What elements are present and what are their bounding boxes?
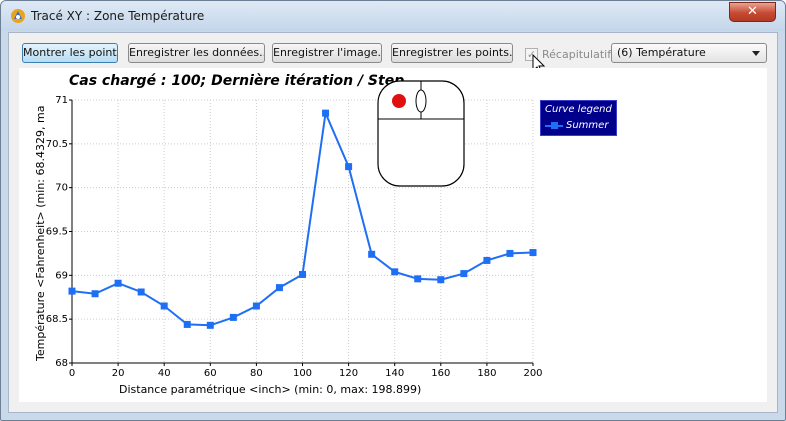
x-tick-label: 60 [204, 368, 217, 379]
y-tick-label: 69 [55, 270, 68, 281]
y-tick-label: 70.5 [46, 139, 68, 150]
x-tick-label: 160 [431, 368, 450, 379]
title-bar[interactable]: Tracé XY : Zone Température ✕ [1, 1, 785, 31]
x-tick-label: 200 [523, 368, 542, 379]
data-point [322, 109, 330, 117]
main-window: Tracé XY : Zone Température ✕ Montrer le… [0, 0, 786, 421]
data-point [229, 313, 237, 321]
x-tick-label: 100 [293, 368, 312, 379]
data-point [391, 268, 399, 276]
chevron-down-icon [752, 51, 760, 56]
save-points-button[interactable]: Enregistrer les points... [391, 43, 513, 63]
data-point [414, 275, 422, 283]
variable-select[interactable]: (6) Température [611, 43, 767, 63]
plot-panel[interactable]: Cas chargé : 100; Dernière itération / S… [19, 68, 767, 402]
legend-swatch [545, 121, 563, 129]
y-tick-label: 71 [55, 95, 68, 106]
x-tick-label: 20 [112, 368, 125, 379]
data-point [91, 290, 99, 298]
y-tick-label: 68.5 [46, 314, 68, 325]
y-axis-label: Température <Fahrenheit> (min: 68.4329, … [34, 106, 47, 362]
data-point [483, 256, 491, 264]
chart-legend: Curve legend Summer [540, 100, 617, 136]
data-point [160, 302, 168, 310]
x-axis-label: Distance paramétrique <inch> (min: 0, ma… [119, 383, 421, 396]
x-tick-label: 120 [339, 368, 358, 379]
data-point [368, 250, 376, 258]
data-point [252, 302, 260, 310]
x-tick-label: 80 [250, 368, 263, 379]
window-title: Tracé XY : Zone Température [31, 9, 205, 23]
save-image-button[interactable]: Enregistrer l'image... [272, 43, 382, 63]
x-tick-label: 0 [69, 368, 75, 379]
data-point [68, 287, 76, 295]
app-logo-icon [11, 9, 25, 23]
legend-title: Curve legend [545, 104, 612, 115]
y-tick-label: 70 [55, 183, 68, 194]
data-point [345, 163, 353, 171]
y-tick-label: 68 [55, 358, 68, 369]
window-client-area: Montrer les points Enregistrer les donné… [8, 32, 778, 413]
legend-entry: Summer [545, 120, 608, 131]
data-point [183, 320, 191, 328]
data-point [299, 270, 306, 278]
data-point [437, 276, 445, 284]
save-data-button[interactable]: Enregistrer les données... [128, 43, 265, 63]
summary-checkbox-label: Récapitulatif [542, 47, 612, 61]
mouse-left-click-icon [377, 80, 465, 187]
close-button[interactable]: ✕ [729, 2, 776, 22]
data-point [275, 284, 283, 292]
y-tick-label: 69.5 [46, 227, 68, 238]
x-tick-label: 180 [477, 368, 496, 379]
data-point [137, 288, 145, 296]
data-point [114, 279, 122, 287]
legend-label: Summer [566, 120, 609, 131]
show-points-button[interactable]: Montrer les points [22, 43, 118, 63]
x-tick-label: 40 [158, 368, 171, 379]
x-tick-label: 140 [385, 368, 404, 379]
data-point [460, 270, 468, 278]
variable-select-value: (6) Température [617, 46, 706, 59]
data-point [206, 321, 214, 329]
data-point [529, 249, 537, 257]
data-point [506, 249, 514, 257]
